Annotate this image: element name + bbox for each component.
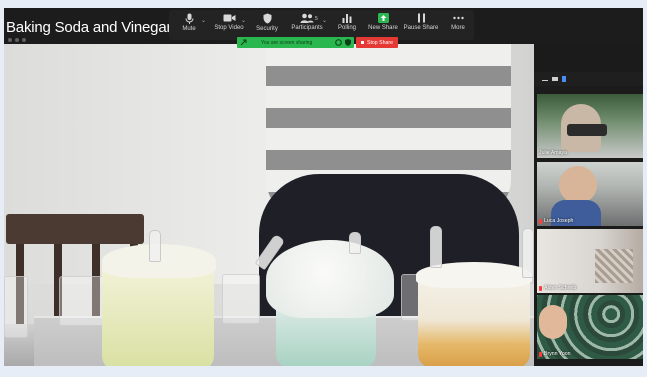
stop-video-label: Stop Video — [214, 25, 244, 31]
screen-sharing-indicator: You are screen sharing — [237, 37, 354, 48]
more-button[interactable]: More — [438, 10, 478, 40]
stop-square-icon — [361, 41, 365, 44]
pipette-1 — [149, 230, 161, 262]
upload-arrow-icon — [377, 13, 389, 23]
stop-share-button[interactable]: Stop Share — [356, 37, 398, 48]
polling-label: Polling — [337, 25, 356, 31]
mute-chevron-icon[interactable]: ⌄ — [201, 17, 206, 24]
participant-tile[interactable]: Julie Amaya — [537, 94, 643, 158]
participant-name: Julie Amaya — [539, 150, 567, 156]
bar-chart-icon — [342, 14, 352, 23]
expand-icon[interactable] — [240, 39, 247, 46]
mute-label: Mute — [182, 26, 196, 32]
security-label: Security — [256, 26, 278, 32]
participant-video — [595, 249, 633, 283]
video-chevron-icon[interactable]: ⌄ — [241, 17, 246, 24]
record-icon — [335, 39, 342, 46]
ellipsis-icon — [452, 16, 464, 20]
participants-icon — [300, 13, 314, 23]
stop-video-button[interactable]: Stop Video — [209, 10, 249, 40]
shared-screen-video — [4, 44, 534, 366]
muted-mic-icon — [539, 351, 542, 357]
window-controls[interactable] — [8, 38, 26, 42]
mute-button[interactable]: Mute — [169, 10, 209, 40]
participant-name: Luca Joseph — [539, 218, 573, 224]
pause-icon — [417, 13, 425, 23]
zoom-dot-icon[interactable] — [22, 38, 26, 42]
foam-blue — [266, 240, 394, 318]
pipette-4 — [430, 226, 442, 268]
glass-left-2 — [59, 276, 106, 326]
participant-face — [539, 305, 567, 339]
video-camera-icon — [223, 14, 235, 22]
sharing-status-text: You are screen sharing — [261, 39, 313, 46]
pipette-5 — [522, 228, 534, 278]
shield-small-icon — [345, 39, 351, 46]
glass-middle — [222, 274, 260, 324]
participant-panel: Julie Amaya Luca Joseph Alden Schreib Br… — [534, 44, 643, 366]
participants-label: Participants — [291, 25, 323, 31]
pause-share-button[interactable]: Pause Share — [401, 10, 441, 40]
microphone-icon — [185, 13, 193, 24]
security-button[interactable]: Security — [247, 10, 287, 40]
pause-share-label: Pause Share — [403, 25, 439, 31]
new-share-button[interactable]: New Share — [363, 10, 403, 40]
stop-share-label: Stop Share — [367, 39, 393, 46]
more-label: More — [451, 25, 465, 31]
participant-video — [559, 166, 597, 204]
polling-button[interactable]: Polling — [327, 10, 367, 40]
glass-left — [4, 276, 28, 338]
muted-mic-icon — [539, 218, 542, 224]
participant-name: Alden Schreib — [539, 285, 576, 291]
zoom-window: Baking Soda and Vinegar**.m Mute ⌄ Stop … — [4, 8, 643, 366]
participant-tile[interactable]: Luca Joseph — [537, 162, 643, 226]
minimize-dot-icon[interactable] — [15, 38, 19, 42]
participant-glasses — [567, 124, 607, 136]
participant-tile[interactable]: Alden Schreib — [537, 229, 643, 293]
new-share-label: New Share — [368, 25, 398, 31]
muted-mic-icon — [539, 285, 542, 291]
gallery-view-icon[interactable] — [562, 76, 566, 82]
participant-tile[interactable]: Brynn Yoon — [537, 295, 643, 359]
participant-name: Brynn Yoon — [539, 351, 571, 357]
screen-frame: Baking Soda and Vinegar**.m Mute ⌄ Stop … — [0, 0, 647, 377]
pipette-3 — [349, 232, 361, 254]
close-dot-icon[interactable] — [8, 38, 12, 42]
minimize-panel-icon[interactable] — [542, 79, 548, 81]
speaker-view-icon[interactable] — [552, 77, 558, 81]
participants-count: 5 — [315, 16, 318, 22]
share-toolbar: Mute ⌄ Stop Video ⌄ Security Participant… — [169, 10, 474, 40]
shield-icon — [263, 13, 271, 24]
panel-view-controls — [534, 72, 643, 86]
participants-button[interactable]: Participants — [287, 10, 327, 40]
